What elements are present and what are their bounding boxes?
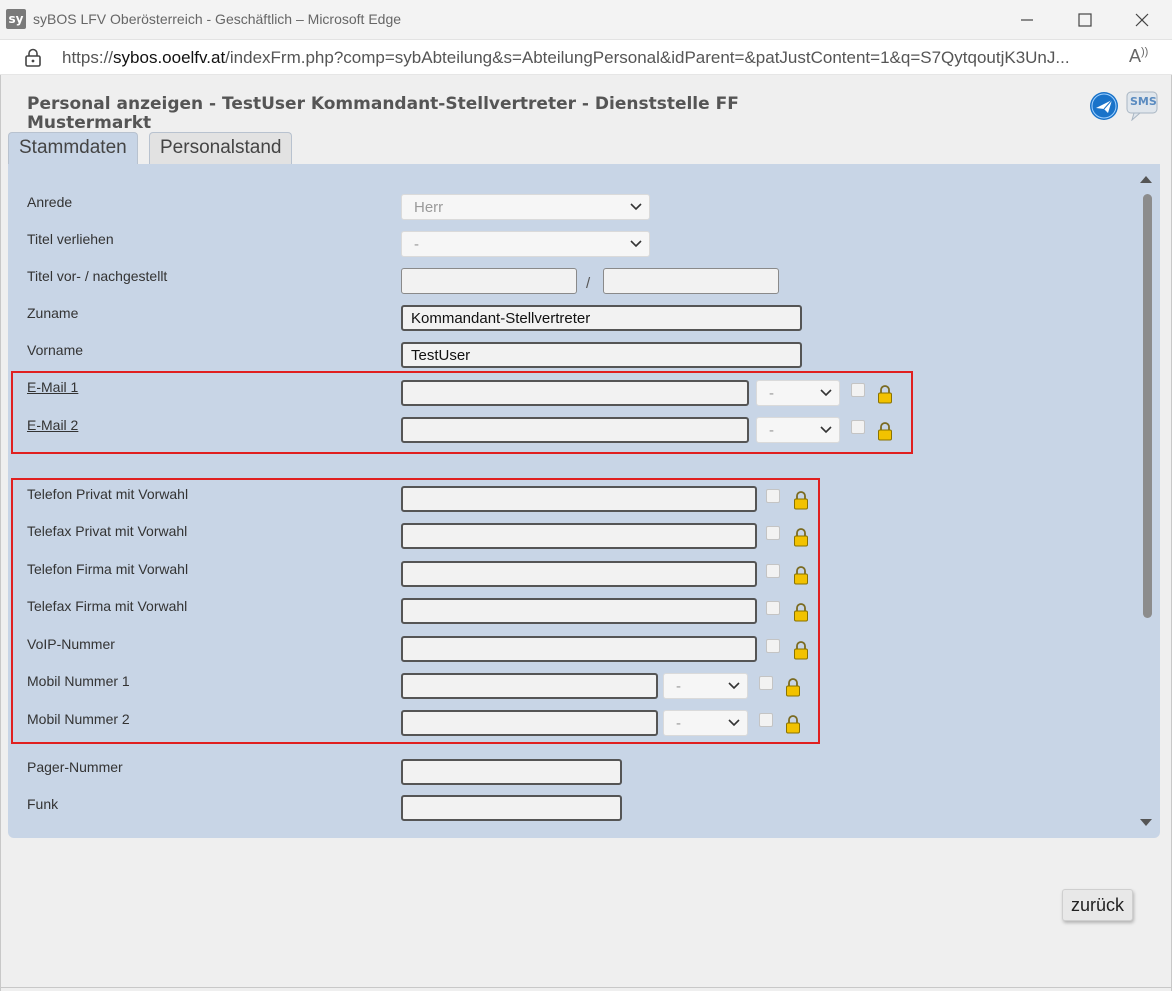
mobil1-type-value: - bbox=[676, 678, 681, 695]
telefon-privat-input[interactable] bbox=[401, 486, 757, 512]
telefon-privat-checkbox[interactable] bbox=[766, 489, 780, 503]
telefax-privat-label: Telefax Privat mit Vorwahl bbox=[27, 523, 188, 539]
voip-label: VoIP-Nummer bbox=[27, 636, 115, 652]
pager-input[interactable] bbox=[401, 759, 622, 785]
titel-nachgestellt-input[interactable] bbox=[603, 268, 779, 294]
send-mail-icon[interactable] bbox=[1089, 91, 1119, 121]
minimize-button[interactable] bbox=[1015, 8, 1039, 32]
titel-verliehen-value: - bbox=[414, 236, 419, 253]
padlock-icon[interactable] bbox=[785, 677, 801, 697]
email2-input[interactable] bbox=[401, 417, 749, 443]
vorname-input[interactable]: TestUser bbox=[401, 342, 802, 368]
mobil2-label: Mobil Nummer 2 bbox=[27, 711, 130, 727]
maximize-icon bbox=[1078, 13, 1092, 27]
send-sms-button[interactable]: SMS bbox=[1126, 91, 1158, 126]
chevron-down-icon bbox=[728, 719, 740, 727]
voip-checkbox[interactable] bbox=[766, 639, 780, 653]
telefax-firma-label: Telefax Firma mit Vorwahl bbox=[27, 598, 188, 614]
window-bottom-border bbox=[1, 987, 1172, 991]
address-bar[interactable]: https://sybos.ooelfv.at/indexFrm.php?com… bbox=[0, 40, 1172, 75]
mobil2-type-select[interactable]: - bbox=[663, 710, 748, 736]
email1-type-select[interactable]: - bbox=[756, 380, 840, 406]
window-titlebar: sy syBOS LFV Oberösterreich - Geschäftli… bbox=[0, 0, 1172, 40]
telefax-firma-input[interactable] bbox=[401, 598, 757, 624]
telefax-firma-checkbox[interactable] bbox=[766, 601, 780, 615]
pager-label: Pager-Nummer bbox=[27, 759, 123, 775]
tab-personalstand[interactable]: Personalstand bbox=[149, 132, 293, 164]
padlock-icon[interactable] bbox=[877, 384, 893, 404]
tab-stammdaten[interactable]: Stammdaten bbox=[8, 132, 138, 164]
url-scheme: https:// bbox=[62, 48, 114, 67]
scroll-down-arrow-icon[interactable] bbox=[1140, 819, 1152, 826]
email2-type-value: - bbox=[769, 422, 774, 439]
window-title: syBOS LFV Oberösterreich - Geschäftlich … bbox=[33, 11, 402, 27]
titel-vor-nach-label: Titel vor- / nachgestellt bbox=[27, 268, 168, 284]
stammdaten-panel: Anrede Herr Titel verliehen - Titel vor-… bbox=[8, 164, 1160, 838]
app-icon: sy bbox=[6, 9, 26, 29]
url-host: sybos.ooelfv.at bbox=[113, 48, 226, 67]
mobil1-label: Mobil Nummer 1 bbox=[27, 673, 130, 689]
titel-verliehen-select[interactable]: - bbox=[401, 231, 650, 257]
funk-input[interactable] bbox=[401, 795, 622, 821]
url-path: /indexFrm.php?comp=sybAbteilung&s=Abteil… bbox=[225, 48, 1070, 67]
padlock-icon[interactable] bbox=[785, 714, 801, 734]
mobil2-input[interactable] bbox=[401, 710, 658, 736]
funk-label: Funk bbox=[27, 796, 59, 812]
voip-input[interactable] bbox=[401, 636, 757, 662]
anrede-value: Herr bbox=[414, 199, 444, 216]
back-button[interactable]: zurück bbox=[1062, 889, 1134, 921]
vertical-scrollbar[interactable] bbox=[1140, 174, 1152, 830]
padlock-icon[interactable] bbox=[793, 602, 809, 622]
chevron-down-icon bbox=[630, 240, 642, 248]
mobil1-input[interactable] bbox=[401, 673, 658, 699]
close-window-button[interactable] bbox=[1130, 8, 1154, 32]
telefax-privat-checkbox[interactable] bbox=[766, 526, 780, 540]
telefon-firma-label: Telefon Firma mit Vorwahl bbox=[27, 561, 189, 577]
padlock-icon[interactable] bbox=[793, 565, 809, 585]
padlock-icon[interactable] bbox=[793, 527, 809, 547]
chevron-down-icon bbox=[728, 682, 740, 690]
chevron-down-icon bbox=[820, 389, 832, 397]
padlock-icon[interactable] bbox=[877, 421, 893, 441]
email2-type-select[interactable]: - bbox=[756, 417, 840, 443]
padlock-icon[interactable] bbox=[793, 640, 809, 660]
mobil2-checkbox[interactable] bbox=[759, 713, 773, 727]
anrede-label: Anrede bbox=[27, 194, 73, 210]
chevron-down-icon bbox=[820, 426, 832, 434]
email2-link[interactable]: E-Mail 2 bbox=[27, 417, 78, 433]
vorname-label: Vorname bbox=[27, 342, 84, 358]
anrede-select[interactable]: Herr bbox=[401, 194, 650, 220]
zuname-input[interactable]: Kommandant-Stellvertreter bbox=[401, 305, 802, 331]
email1-type-value: - bbox=[769, 385, 774, 402]
telefon-firma-checkbox[interactable] bbox=[766, 564, 780, 578]
maximize-button[interactable] bbox=[1073, 8, 1097, 32]
page-title: Personal anzeigen - TestUser Kommandant-… bbox=[27, 94, 739, 133]
lock-icon[interactable] bbox=[24, 48, 42, 68]
titel-separator: / bbox=[586, 275, 591, 292]
url-text[interactable]: https://sybos.ooelfv.at/indexFrm.php?com… bbox=[62, 48, 1112, 68]
close-icon bbox=[1135, 13, 1149, 27]
telefax-privat-input[interactable] bbox=[401, 523, 757, 549]
telefon-privat-label: Telefon Privat mit Vorwahl bbox=[27, 486, 189, 502]
email1-checkbox[interactable] bbox=[851, 383, 865, 397]
minimize-icon bbox=[1021, 19, 1033, 21]
mobil2-type-value: - bbox=[676, 715, 681, 732]
titel-verliehen-label: Titel verliehen bbox=[27, 231, 114, 247]
read-aloud-icon[interactable]: A)) bbox=[1129, 46, 1148, 67]
chevron-down-icon bbox=[630, 203, 642, 211]
scroll-up-arrow-icon[interactable] bbox=[1140, 176, 1152, 183]
zuname-label: Zuname bbox=[27, 305, 79, 321]
padlock-icon[interactable] bbox=[793, 490, 809, 510]
email2-checkbox[interactable] bbox=[851, 420, 865, 434]
sms-label: SMS bbox=[1130, 95, 1157, 108]
email1-link[interactable]: E-Mail 1 bbox=[27, 379, 78, 395]
scroll-thumb[interactable] bbox=[1143, 194, 1152, 618]
mobil1-type-select[interactable]: - bbox=[663, 673, 748, 699]
mobil1-checkbox[interactable] bbox=[759, 676, 773, 690]
page-content: Personal anzeigen - TestUser Kommandant-… bbox=[0, 75, 1172, 991]
email1-input[interactable] bbox=[401, 380, 749, 406]
titel-vorgestellt-input[interactable] bbox=[401, 268, 577, 294]
telefon-firma-input[interactable] bbox=[401, 561, 757, 587]
